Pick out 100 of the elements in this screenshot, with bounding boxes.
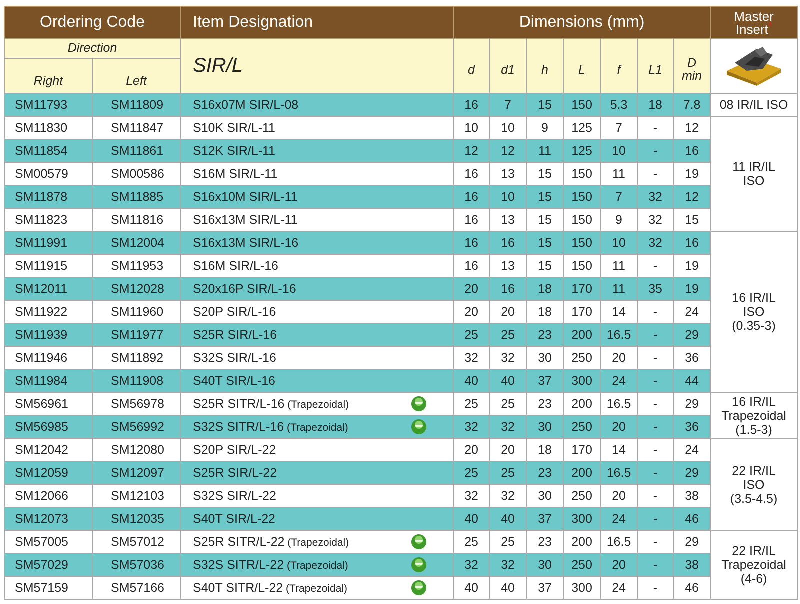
table-cell: SM11793: [4, 94, 92, 116]
table-cell: SM11892: [92, 346, 181, 370]
table-cell: -: [638, 370, 674, 392]
table-cell-text: S16x13M SIR/L-16: [193, 234, 299, 252]
table-cell: 20: [490, 438, 527, 462]
table-cell: 11: [526, 140, 564, 162]
table-cell: 23: [526, 324, 564, 346]
table-cell: 150: [564, 162, 601, 186]
table-cell: 125: [564, 140, 601, 162]
table-cell: 20: [454, 438, 490, 462]
table-cell: SM11915: [4, 254, 92, 278]
table-cell: 13: [490, 208, 527, 232]
table-cell: 125: [564, 116, 601, 140]
table-cell: 38: [674, 554, 711, 576]
table-cell: 13: [490, 254, 527, 278]
table-cell: 25: [490, 462, 527, 484]
table-cell: 16: [454, 94, 490, 116]
insert-label: (0.35-3): [732, 319, 776, 333]
table-cell-text: S20P SIR/L-22: [193, 442, 276, 459]
table-cell: 32: [490, 554, 527, 576]
table-cell-text: S12K SIR/L-11: [193, 142, 276, 160]
table-cell-text: S32S SITR/L-22 (Trapezoidal): [193, 556, 348, 574]
table-cell: SM12103: [92, 484, 181, 508]
table-cell: 32: [490, 416, 527, 438]
table-cell: 15: [526, 254, 564, 278]
table-cell: 25: [490, 392, 527, 416]
table-cell: SM11984: [4, 370, 92, 392]
table-cell: 200: [564, 324, 601, 346]
table-cell: SM11816: [92, 208, 181, 232]
table-cell-text: S20x16P SIR/L-16: [193, 280, 296, 298]
table-cell: 16: [454, 186, 490, 208]
table-cell: 40: [454, 508, 490, 530]
table-cell: 24: [600, 508, 638, 530]
table-cell: 15: [526, 186, 564, 208]
table-cell: 250: [564, 416, 601, 438]
insert-label: 11 IR/IL: [732, 160, 776, 174]
table-cell: 40: [490, 576, 527, 600]
table-cell: SM56992: [92, 416, 181, 438]
table-cell: 35: [638, 278, 674, 300]
table-cell: -: [638, 116, 674, 140]
table-cell: SM12035: [92, 508, 181, 530]
table-cell: 200: [564, 392, 601, 416]
table-cell: 40: [454, 576, 490, 600]
table-cell: 36: [674, 346, 711, 370]
table-cell: 200: [564, 462, 601, 484]
table-cell: 15: [526, 94, 564, 116]
table-cell: 10: [490, 186, 527, 208]
table-cell: -: [638, 392, 674, 416]
badge-icon: [411, 534, 428, 550]
dimension-header: d: [468, 62, 475, 76]
table-cell: 250: [564, 346, 601, 370]
table-cell: 30: [526, 484, 564, 508]
table-cell: 18: [526, 278, 564, 300]
table-cell: 32: [454, 554, 490, 576]
table-cell: 9: [600, 208, 638, 232]
table-cell-text: S40T SITR/L-22 (Trapezoidal): [193, 580, 348, 597]
table-cell: -: [638, 508, 674, 530]
table-cell: 200: [564, 530, 601, 554]
subheader-label: Left: [126, 74, 147, 88]
insert-label: 16 IR/IL: [732, 291, 776, 305]
table-cell: 29: [674, 530, 711, 554]
table-cell: -: [638, 162, 674, 186]
table-cell: SM11960: [92, 300, 181, 324]
table-cell: SM11847: [92, 116, 181, 140]
table-cell: 16.5: [600, 324, 638, 346]
table-cell: 7: [490, 94, 527, 116]
insert-label: (3.5-4.5): [730, 492, 778, 506]
table-cell: SM57012: [92, 530, 181, 554]
insert-label: 08 IR/IL ISO: [720, 98, 788, 112]
table-cell: 12: [490, 140, 527, 162]
dimension-header: D min: [682, 56, 702, 83]
table-cell: 24: [600, 370, 638, 392]
table-cell: 19: [674, 254, 711, 278]
table-cell: -: [638, 140, 674, 162]
table-cell: SM11991: [4, 232, 92, 254]
column-header: Item Designation: [193, 14, 314, 30]
table-cell: 32: [454, 416, 490, 438]
table-cell: 25: [454, 462, 490, 484]
table-cell: SM11977: [92, 324, 181, 346]
table-cell: SM57036: [92, 554, 181, 576]
dimension-header: d1: [501, 62, 515, 76]
table-cell: 150: [564, 254, 601, 278]
table-cell: 15: [674, 208, 711, 232]
table-cell: 250: [564, 554, 601, 576]
table-cell: 37: [526, 370, 564, 392]
table-cell: 300: [564, 576, 601, 600]
table-cell: SM57166: [92, 576, 181, 600]
table-cell: 32: [454, 484, 490, 508]
table-cell: 18: [638, 94, 674, 116]
table-cell: 32: [638, 208, 674, 232]
table-cell: SM00586: [92, 162, 181, 186]
badge-icon: [411, 580, 428, 596]
table-cell: 16: [490, 278, 527, 300]
table-cell-text: S16x07M SIR/L-08: [193, 96, 299, 114]
insert-label: ISO: [743, 174, 765, 188]
table-cell: 16: [454, 232, 490, 254]
table-cell: 37: [526, 508, 564, 530]
table-cell-text: S16x13M SIR/L-11: [193, 212, 298, 229]
table-cell: 20: [454, 300, 490, 324]
badge-icon: [411, 557, 428, 573]
